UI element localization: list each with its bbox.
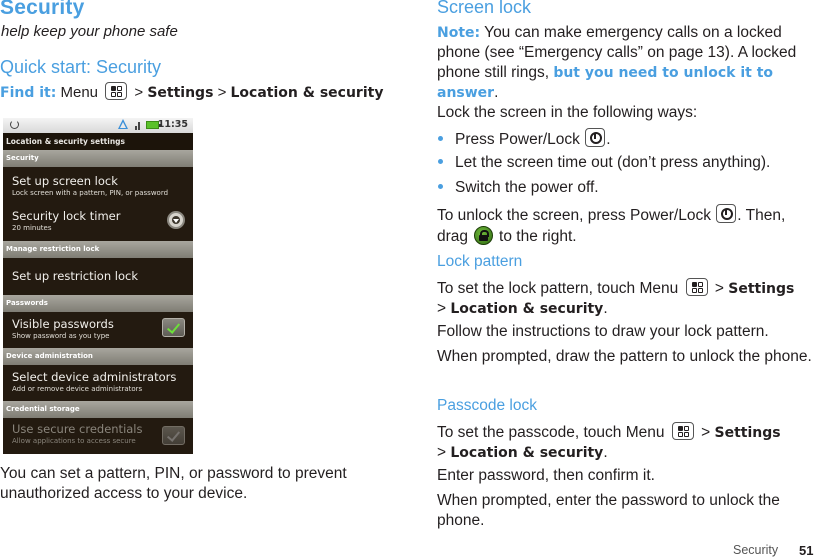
settings-link: Settings <box>714 425 781 441</box>
bullet-text: Press Power/Lock <box>455 131 580 148</box>
unlock-text: . Then, <box>737 207 786 224</box>
note-paragraph: Note: You can make emergency calls on a … <box>437 23 815 103</box>
quick-start-heading: Quick start: Security <box>0 57 162 77</box>
bullet-text: Let the screen time out (don’t press any… <box>455 154 771 171</box>
bullet-item: Switch the power off. <box>437 178 599 198</box>
setting-use-secure-credentials[interactable]: Use secure credentials Allow application… <box>3 418 193 454</box>
find-it-label: Find it: <box>0 85 57 101</box>
separator: > <box>714 280 724 297</box>
lock-pattern-instructions: To set the lock pattern, touch Menu > Se… <box>437 278 815 319</box>
location-security-link: Location & security <box>450 445 604 461</box>
menu-key-icon <box>671 422 694 440</box>
lock-pattern-step: Follow the instructions to draw your loc… <box>437 323 769 340</box>
warning-icon <box>118 119 128 129</box>
bullet-icon <box>438 136 443 141</box>
separator: > <box>217 84 227 101</box>
passcode-instructions: To set the passcode, touch Menu > Settin… <box>437 422 815 463</box>
menu-key-icon <box>685 278 708 296</box>
secure-credentials-checkbox[interactable] <box>162 426 185 445</box>
setting-summary: Lock screen with a pattern, PIN, or pass… <box>12 189 169 197</box>
page-number: 51 <box>799 543 814 558</box>
setting-title: Set up restriction lock <box>12 269 138 283</box>
setting-summary: Show password as you type <box>12 332 110 340</box>
setting-set-up-restriction-lock[interactable]: Set up restriction lock <box>3 258 193 295</box>
dropdown-arrow-icon[interactable] <box>167 211 185 229</box>
location-security-link: Location & security <box>450 301 604 317</box>
separator: > <box>437 300 447 317</box>
setting-title: Set up screen lock <box>12 174 118 188</box>
setting-title: Visible passwords <box>12 317 114 331</box>
setting-title: Select device administrators <box>12 370 177 384</box>
setting-visible-passwords[interactable]: Visible passwords Show password as you t… <box>3 312 193 348</box>
section-header-device-admin: Device administration <box>3 348 193 365</box>
power-key-icon <box>716 204 737 223</box>
page-subtitle: help keep your phone safe <box>1 23 178 40</box>
unlock-text: to the right. <box>499 228 577 245</box>
screen-title: Location & security settings <box>3 133 193 150</box>
setting-set-up-screen-lock[interactable]: Set up screen lock Lock screen with a pa… <box>3 167 193 206</box>
menu-text: Menu <box>60 84 99 101</box>
unlock-text: To unlock the screen, press Power/Lock <box>437 207 711 224</box>
section-header-passwords: Passwords <box>3 295 193 312</box>
find-it-line: Find it: Menu > Settings > Location & se… <box>0 82 383 101</box>
setting-summary: Add or remove device administrators <box>12 385 143 393</box>
instruction-text: To set the passcode, touch Menu <box>437 424 665 441</box>
lock-pattern-heading: Lock pattern <box>437 253 523 270</box>
settings-link: Settings <box>147 85 214 101</box>
bullet-icon <box>438 159 443 164</box>
menu-key-icon <box>105 82 128 100</box>
bullet-item: Press Power/Lock . <box>437 128 611 150</box>
period: . <box>603 300 608 317</box>
unlock-slider-icon <box>474 226 494 245</box>
passcode-prompt: When prompted, enter the password to unl… <box>437 492 780 529</box>
period: . <box>603 444 608 461</box>
status-bar: 11:35 <box>3 118 193 133</box>
instruction-text: To set the lock pattern, touch Menu <box>437 280 679 297</box>
bullet-suffix: . <box>606 131 611 148</box>
unlock-text: drag <box>437 228 469 245</box>
lock-pattern-prompt: When prompted, draw the pattern to unloc… <box>437 348 812 365</box>
bullet-icon <box>438 184 443 189</box>
section-header-security: Security <box>3 150 193 167</box>
bullet-text: Switch the power off. <box>455 179 599 196</box>
setting-title: Use secure credentials <box>12 422 143 436</box>
signal-icon <box>135 121 141 130</box>
bullet-item: Let the screen time out (don’t press any… <box>437 153 770 173</box>
unlock-paragraph: To unlock the screen, press Power/Lock .… <box>437 204 815 247</box>
power-key-icon <box>585 128 606 147</box>
separator: > <box>437 444 447 461</box>
lock-intro: Lock the screen in the following ways: <box>437 104 698 121</box>
footer-section: Security <box>733 543 779 557</box>
section-header-restriction: Manage restriction lock <box>3 241 193 258</box>
section-header-credential-storage: Credential storage <box>3 401 193 418</box>
page-title: Security <box>0 0 85 19</box>
separator: > <box>134 84 144 101</box>
setting-summary: 20 minutes <box>12 224 52 232</box>
status-time: 11:35 <box>157 119 188 130</box>
screen-lock-heading: Screen lock <box>437 0 532 17</box>
location-security-link: Location & security <box>230 85 384 101</box>
separator: > <box>701 424 711 441</box>
setting-title: Security lock timer <box>12 209 121 223</box>
setting-select-device-administrators[interactable]: Select device administrators Add or remo… <box>3 365 193 401</box>
visible-passwords-checkbox[interactable] <box>162 318 185 337</box>
phone-screenshot: 11:35 Location & security settings Secur… <box>3 118 193 454</box>
passcode-lock-heading: Passcode lock <box>437 397 537 414</box>
screenshot-caption: You can set a pattern, PIN, or password … <box>0 465 347 502</box>
settings-link: Settings <box>728 281 795 297</box>
note-label: Note: <box>437 25 481 41</box>
passcode-step: Enter password, then confirm it. <box>437 467 655 484</box>
setting-summary: Allow applications to access secure <box>12 437 136 445</box>
note-end: . <box>494 84 499 101</box>
setting-security-lock-timer[interactable]: Security lock timer 20 minutes <box>3 206 193 241</box>
sync-icon <box>10 120 19 129</box>
